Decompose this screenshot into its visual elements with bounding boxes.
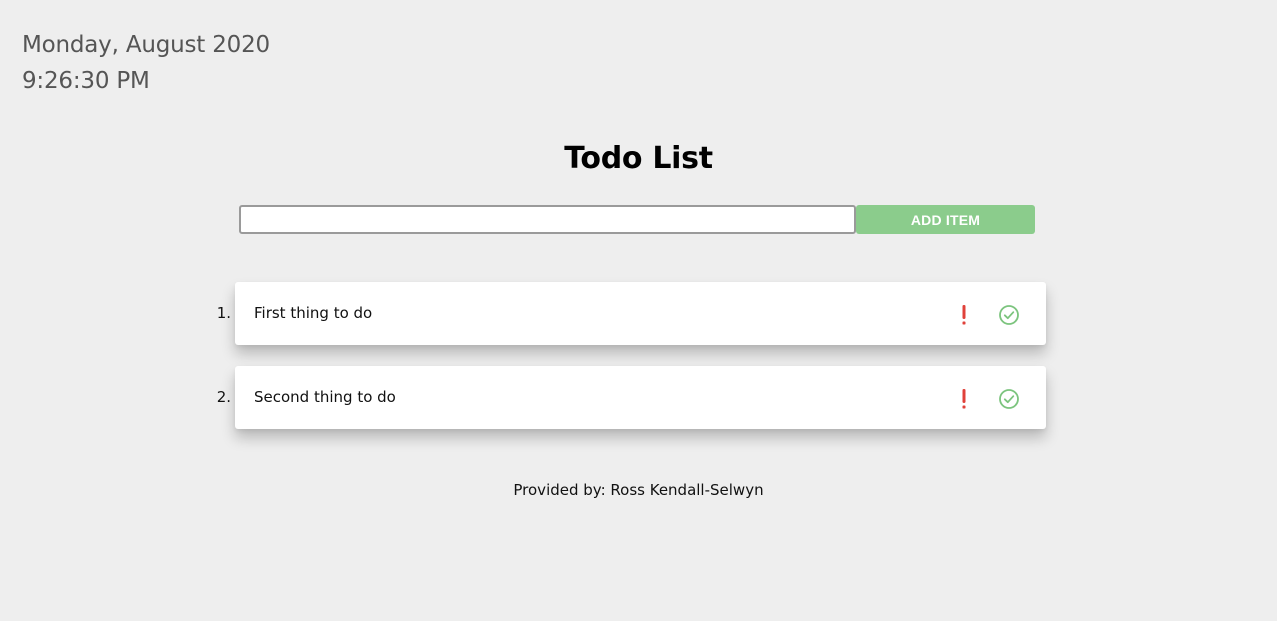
page-title: Todo List — [564, 141, 713, 176]
todo-item-number: 2. — [216, 388, 231, 406]
todo-item-text: First thing to do — [254, 304, 373, 322]
add-item-form: ADD ITEM — [239, 205, 1035, 234]
footer-credit: Provided by: Ross Kendall-Selwyn — [513, 481, 764, 499]
new-item-input[interactable] — [239, 205, 856, 234]
clock: Monday, August 2020 9:26:30 PM — [22, 27, 270, 99]
todo-item: 2. Second thing to do — [217, 366, 1046, 429]
todo-item-text: Second thing to do — [254, 388, 396, 406]
clock-time: 9:26:30 PM — [22, 68, 150, 94]
exclamation-icon[interactable] — [954, 304, 974, 326]
todo-item-number: 1. — [216, 304, 231, 322]
exclamation-icon[interactable] — [954, 388, 974, 410]
add-item-button[interactable]: ADD ITEM — [856, 205, 1035, 234]
clock-date: Monday, August 2020 — [22, 32, 270, 58]
todo-item: 1. First thing to do — [217, 282, 1046, 345]
check-circle-icon[interactable] — [998, 304, 1020, 326]
check-circle-icon[interactable] — [998, 388, 1020, 410]
